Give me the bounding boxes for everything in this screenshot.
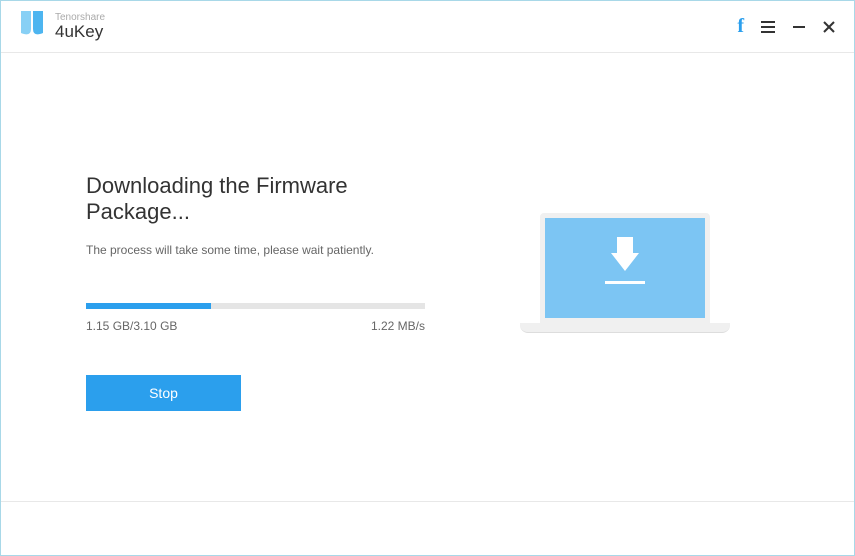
progress-info: 1.15 GB/3.10 GB 1.22 MB/s [86, 319, 425, 333]
download-arrow-icon [611, 253, 639, 271]
logo-icon [19, 9, 45, 44]
company-name: Tenorshare [55, 12, 105, 23]
page-title: Downloading the Firmware Package... [86, 173, 425, 225]
left-panel: Downloading the Firmware Package... The … [86, 173, 425, 501]
content: Downloading the Firmware Package... The … [1, 53, 854, 501]
footer [1, 501, 854, 555]
brand: Tenorshare 4uKey [19, 9, 105, 44]
app-window: Tenorshare 4uKey f [0, 0, 855, 556]
page-subtitle: The process will take some time, please … [86, 243, 425, 257]
progress-bar [86, 303, 425, 309]
menu-icon[interactable] [760, 20, 776, 34]
header-controls: f [737, 15, 836, 38]
brand-text: Tenorshare 4uKey [55, 12, 105, 42]
close-icon[interactable] [822, 20, 836, 34]
header: Tenorshare 4uKey f [1, 1, 854, 53]
right-panel [425, 173, 794, 501]
progress-size: 1.15 GB/3.10 GB [86, 319, 177, 333]
download-line [605, 281, 645, 284]
facebook-icon[interactable]: f [737, 15, 744, 38]
product-name: 4uKey [55, 23, 105, 42]
minimize-icon[interactable] [792, 20, 806, 34]
laptop-illustration [520, 213, 730, 353]
progress-fill [86, 303, 211, 309]
progress-speed: 1.22 MB/s [371, 319, 425, 333]
laptop-screen [540, 213, 710, 323]
stop-button[interactable]: Stop [86, 375, 241, 411]
laptop-base [520, 323, 730, 333]
